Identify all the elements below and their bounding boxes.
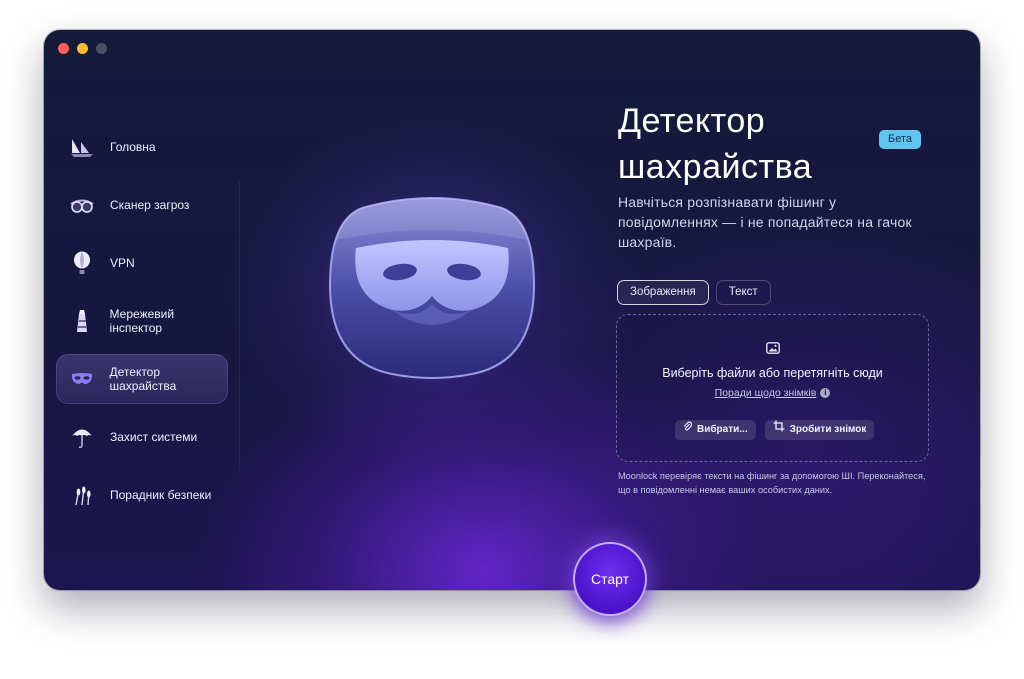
screenshot-tips: Поради щодо знімків i: [617, 387, 928, 399]
take-screenshot-button[interactable]: Зробити знімок: [764, 420, 875, 440]
hot-air-balloon-icon: [68, 249, 96, 277]
sidebar-item-system-protection[interactable]: Захист системи: [56, 412, 228, 462]
minimize-window-button[interactable]: [77, 43, 88, 54]
lighthouse-icon: [68, 307, 96, 335]
mask-icon: [68, 365, 96, 393]
paperclip-icon: [683, 420, 693, 440]
beta-badge: Бета: [879, 130, 922, 149]
sidebar-item-home[interactable]: Головна: [56, 122, 228, 172]
sidebar-item-network-inspector[interactable]: Мережевий інспектор: [56, 296, 228, 346]
page-title-line1: Детектор: [618, 102, 766, 140]
sidebar-item-label: Сканер загроз: [110, 198, 190, 212]
sidebar-item-scam-detector[interactable]: Детектор шахрайства: [56, 354, 228, 404]
privacy-note: Moonlock перевіряє тексти на фішинг за д…: [618, 471, 926, 495]
choose-files-button[interactable]: Вибрати...: [675, 420, 756, 440]
dropzone-buttons: Вибрати... Зробити знімок: [675, 420, 875, 440]
sidebar-divider: [239, 180, 240, 470]
goggles-icon: [68, 191, 96, 219]
info-icon[interactable]: i: [820, 388, 831, 398]
ships-icon: [68, 133, 96, 161]
sidebar-item-label: Головна: [110, 140, 156, 154]
dropzone-instruction: Виберіть файли або перетягніть сюди: [662, 366, 883, 380]
screenshot-tips-link[interactable]: Поради щодо знімків: [715, 387, 817, 399]
page-title-line2: шахрайства: [618, 148, 813, 186]
mask-hero-illustration: [317, 190, 547, 390]
sidebar-item-threat-scanner[interactable]: Сканер загроз: [56, 180, 228, 230]
sidebar-item-label: Детектор шахрайства: [109, 365, 177, 393]
zoom-window-button[interactable]: [96, 43, 107, 54]
input-mode-tabs: Зображення Текст: [617, 280, 771, 305]
close-window-button[interactable]: [58, 43, 69, 54]
file-dropzone[interactable]: Виберіть файли або перетягніть сюди Пора…: [616, 314, 929, 462]
tab-image[interactable]: Зображення: [617, 280, 709, 305]
crop-icon: [773, 420, 785, 440]
sidebar-item-security-guide[interactable]: Порадник безпеки: [56, 470, 228, 520]
sidebar-item-label: Мережевий інспектор: [109, 307, 175, 335]
sidebar-item-label: Порадник безпеки: [110, 488, 212, 502]
tab-text[interactable]: Текст: [715, 280, 771, 305]
start-button[interactable]: Старт: [573, 542, 647, 616]
page-subtitle: Навчіться розпізнавати фішинг у повідомл…: [618, 194, 912, 250]
take-screenshot-label: Зробити знімок: [789, 424, 867, 435]
sidebar-item-label: VPN: [110, 256, 135, 270]
wheat-icon: [68, 481, 96, 509]
sidebar: Головна Сканер загроз VPN Мережевий інсп…: [56, 122, 228, 528]
app-window: Головна Сканер загроз VPN Мережевий інсп…: [44, 30, 980, 590]
sidebar-item-label: Захист системи: [110, 430, 198, 444]
umbrella-icon: [68, 423, 96, 451]
window-controls: [58, 43, 107, 54]
choose-files-label: Вибрати...: [697, 424, 748, 435]
image-icon: [766, 341, 780, 354]
page-title: Детектор шахрайства: [618, 98, 812, 190]
sidebar-item-vpn[interactable]: VPN: [56, 238, 228, 288]
